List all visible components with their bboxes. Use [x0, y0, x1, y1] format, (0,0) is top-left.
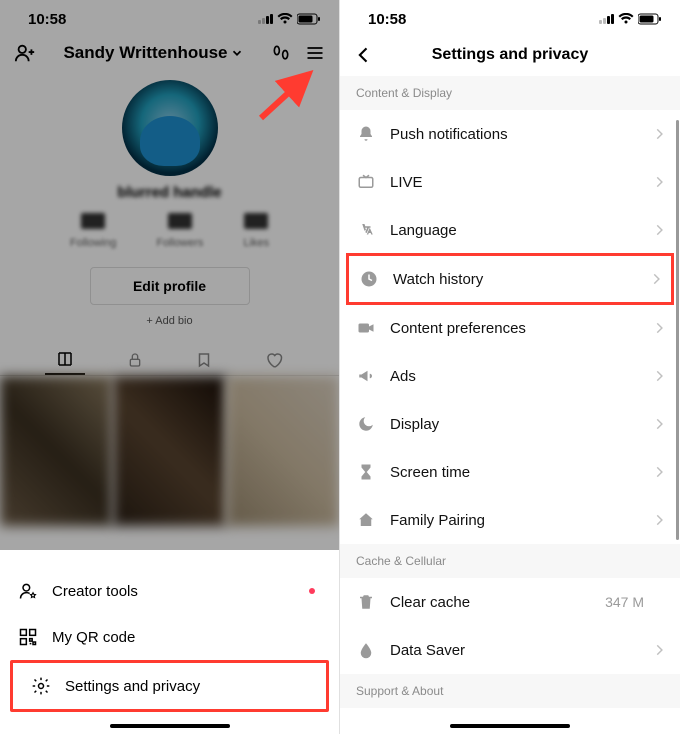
- row-label: Content preferences: [390, 320, 526, 337]
- home-icon: [356, 510, 376, 530]
- hamburger-menu-icon[interactable]: [305, 43, 325, 63]
- row-live[interactable]: LIVE: [340, 158, 680, 206]
- video-thumbnail[interactable]: [113, 376, 225, 526]
- chevron-right-icon: [652, 223, 666, 237]
- row-label: Watch history: [393, 271, 483, 288]
- add-user-icon[interactable]: [14, 42, 36, 64]
- sheet-creator-tools[interactable]: Creator tools: [0, 568, 339, 614]
- sheet-settings-privacy[interactable]: Settings and privacy: [10, 660, 329, 712]
- footprints-icon[interactable]: [271, 43, 291, 63]
- sheet-qr-code[interactable]: My QR code: [0, 614, 339, 660]
- row-clear-cache[interactable]: Clear cache 347 M: [340, 578, 680, 626]
- stat-likes[interactable]: Likes: [243, 213, 269, 251]
- battery-icon: [638, 13, 662, 25]
- status-icons: [599, 13, 662, 25]
- battery-icon: [297, 13, 321, 25]
- wifi-icon: [618, 13, 634, 25]
- row-display[interactable]: Display: [340, 400, 680, 448]
- hourglass-icon: [356, 462, 376, 482]
- status-time: 10:58: [28, 11, 66, 28]
- trash-icon: [356, 592, 376, 612]
- bottom-sheet: Creator tools My QR code Settings and pr…: [0, 560, 339, 734]
- add-bio-button[interactable]: + Add bio: [0, 315, 339, 327]
- row-language[interactable]: Language: [340, 206, 680, 254]
- home-indicator[interactable]: [450, 724, 570, 728]
- cellular-signal-icon: [258, 14, 273, 24]
- chevron-right-icon: [652, 321, 666, 335]
- row-label: Language: [390, 222, 457, 239]
- row-ads[interactable]: Ads: [340, 352, 680, 400]
- row-screen-time[interactable]: Screen time: [340, 448, 680, 496]
- row-label: LIVE: [390, 174, 423, 191]
- tab-liked[interactable]: [254, 345, 294, 375]
- section-support-about: Support & About: [340, 674, 680, 708]
- avatar[interactable]: [122, 80, 218, 176]
- video-icon: [356, 318, 376, 338]
- username: blurred handle: [117, 184, 221, 201]
- chevron-right-icon: [652, 465, 666, 479]
- person-star-icon: [18, 581, 38, 601]
- sheet-label: Creator tools: [52, 583, 138, 600]
- status-time: 10:58: [368, 11, 406, 28]
- row-label: Clear cache: [390, 594, 470, 611]
- clock-icon: [359, 269, 379, 289]
- home-indicator[interactable]: [110, 724, 230, 728]
- section-cache-cellular: Cache & Cellular: [340, 544, 680, 578]
- megaphone-icon: [356, 366, 376, 386]
- notification-dot-icon: [309, 588, 315, 594]
- droplet-icon: [356, 640, 376, 660]
- chevron-down-icon: [230, 46, 244, 60]
- moon-icon: [356, 414, 376, 434]
- section-content-display: Content & Display: [340, 76, 680, 110]
- bell-icon: [356, 124, 376, 144]
- row-label: Screen time: [390, 464, 470, 481]
- video-thumbnail[interactable]: [0, 376, 112, 526]
- profile-name: Sandy Writtenhouse: [63, 43, 227, 63]
- row-watch-history[interactable]: Watch history: [346, 253, 674, 305]
- row-label: Push notifications: [390, 126, 508, 143]
- chevron-right-icon: [652, 643, 666, 657]
- row-push-notifications[interactable]: Push notifications: [340, 110, 680, 158]
- row-data-saver[interactable]: Data Saver: [340, 626, 680, 674]
- tab-grid[interactable]: [45, 345, 85, 375]
- chevron-right-icon: [649, 272, 663, 286]
- video-thumbnail[interactable]: [227, 376, 339, 526]
- edit-profile-button[interactable]: Edit profile: [90, 267, 250, 305]
- status-bar: 10:58: [0, 0, 339, 30]
- chevron-right-icon: [652, 127, 666, 141]
- sheet-label: Settings and privacy: [65, 678, 200, 695]
- stats-row: Following Followers Likes: [0, 213, 339, 251]
- cache-size: 347 M: [605, 594, 644, 610]
- chevron-right-icon: [652, 369, 666, 383]
- language-icon: [356, 220, 376, 240]
- live-icon: [356, 172, 376, 192]
- status-bar: 10:58: [340, 0, 680, 30]
- row-label: Ads: [390, 368, 416, 385]
- status-icons: [258, 13, 321, 25]
- tab-saved[interactable]: [184, 345, 224, 375]
- cellular-signal-icon: [599, 14, 614, 24]
- stat-following[interactable]: Following: [70, 213, 116, 251]
- gear-icon: [31, 676, 51, 696]
- back-button[interactable]: [354, 45, 374, 65]
- chevron-right-icon: [652, 513, 666, 527]
- row-family-pairing[interactable]: Family Pairing: [340, 496, 680, 544]
- page-title: Settings and privacy: [432, 46, 589, 64]
- sheet-label: My QR code: [52, 629, 135, 646]
- row-label: Display: [390, 416, 439, 433]
- profile-name-dropdown[interactable]: Sandy Writtenhouse: [63, 43, 243, 63]
- chevron-right-icon: [652, 417, 666, 431]
- stat-followers[interactable]: Followers: [156, 213, 203, 251]
- wifi-icon: [277, 13, 293, 25]
- tab-private[interactable]: [115, 345, 155, 375]
- scrollbar[interactable]: [676, 120, 679, 540]
- chevron-right-icon: [652, 175, 666, 189]
- video-grid: [0, 376, 339, 526]
- row-content-preferences[interactable]: Content preferences: [340, 304, 680, 352]
- row-label: Data Saver: [390, 642, 465, 659]
- qr-code-icon: [18, 627, 38, 647]
- row-label: Family Pairing: [390, 512, 485, 529]
